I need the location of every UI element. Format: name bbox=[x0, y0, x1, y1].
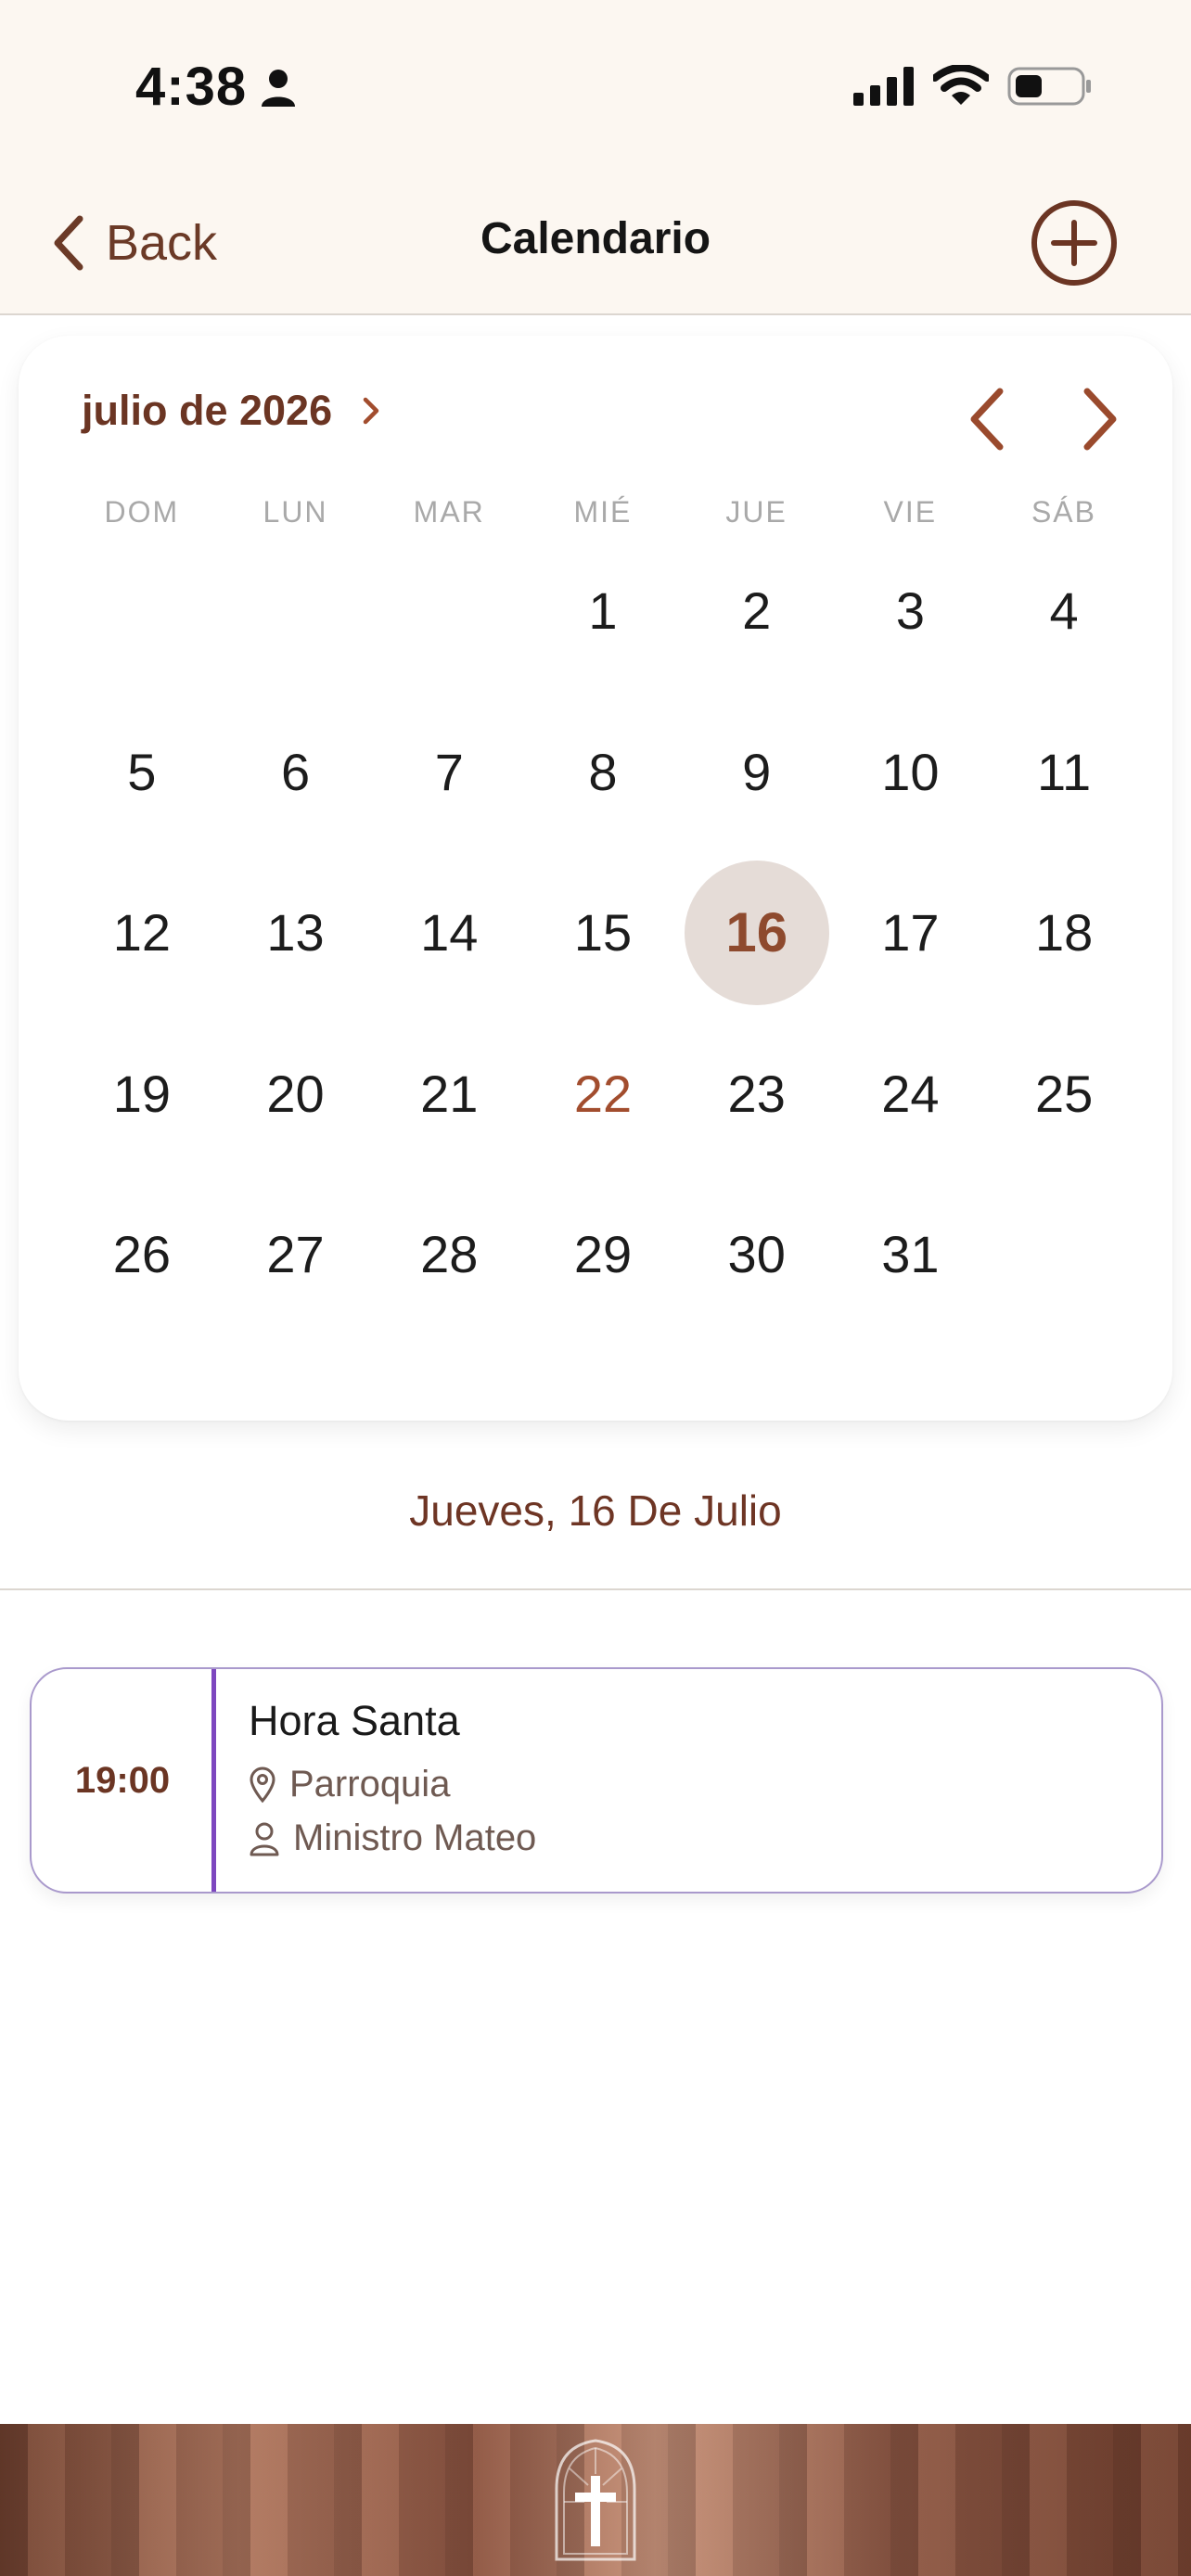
day-cell[interactable]: 31 bbox=[834, 1225, 988, 1437]
day-cell[interactable]: 27 bbox=[219, 1225, 373, 1437]
day-number: 19 bbox=[112, 1064, 171, 1123]
signal-icon bbox=[853, 67, 914, 106]
weekday-label: MIÉ bbox=[573, 495, 633, 529]
day-number: 17 bbox=[881, 903, 940, 963]
day-number: 16 bbox=[684, 860, 829, 1005]
day-number: 22 bbox=[573, 1064, 633, 1123]
event-time: 19:00 bbox=[74, 1759, 171, 1801]
day-number: 10 bbox=[881, 742, 940, 801]
day-cell[interactable]: 30 bbox=[680, 1225, 834, 1437]
weekday-label: LUN bbox=[263, 495, 328, 529]
status-time: 4:38 bbox=[135, 57, 248, 117]
day-number: 2 bbox=[742, 581, 772, 641]
day-number: 5 bbox=[127, 742, 157, 801]
back-button[interactable]: Back bbox=[52, 206, 217, 280]
chevron-left-icon bbox=[54, 215, 83, 271]
next-month-button[interactable] bbox=[1067, 382, 1132, 456]
day-number: 6 bbox=[280, 742, 311, 801]
day-number: 25 bbox=[1034, 1064, 1094, 1123]
day-cell[interactable]: 28 bbox=[372, 1225, 526, 1437]
prev-month-button[interactable] bbox=[955, 382, 1020, 456]
weekday-label: VIE bbox=[883, 495, 938, 529]
event-location-row: Parroquia bbox=[249, 1764, 450, 1805]
day-number: 8 bbox=[588, 742, 618, 801]
weekday-label: JUE bbox=[725, 495, 788, 529]
divider bbox=[0, 1588, 1191, 1590]
day-number: 24 bbox=[881, 1064, 940, 1123]
day-cell[interactable]: 25 bbox=[987, 1065, 1141, 1277]
day-number: 7 bbox=[434, 742, 464, 801]
day-number: 12 bbox=[112, 903, 171, 963]
month-label: julio de 2026 bbox=[82, 387, 333, 434]
day-number: 14 bbox=[420, 903, 479, 963]
event-accent-bar bbox=[211, 1669, 216, 1892]
day-number: 28 bbox=[420, 1225, 479, 1284]
weekday-label: MAR bbox=[413, 495, 485, 529]
day-number: 20 bbox=[266, 1064, 325, 1123]
event-card[interactable]: 19:00 Hora Santa Parroquia Ministro Mate… bbox=[30, 1667, 1163, 1894]
calendar-card: julio de 2026 DOM LUN MAR MIÉ JUE VIE SÁB 1234… bbox=[19, 336, 1172, 1421]
day-number: 4 bbox=[1049, 581, 1079, 641]
header: 4:38 Back Calendario bbox=[0, 0, 1191, 315]
day-number: 31 bbox=[881, 1225, 940, 1284]
day-number: 15 bbox=[573, 903, 633, 963]
day-number: 26 bbox=[112, 1225, 171, 1284]
church-window-cross-icon bbox=[555, 2439, 636, 2561]
day-number: 3 bbox=[895, 581, 925, 641]
back-label: Back bbox=[106, 215, 218, 271]
footer-banner bbox=[0, 2424, 1191, 2576]
weekday-label: DOM bbox=[104, 495, 180, 529]
person-outline-icon bbox=[250, 1822, 279, 1855]
event-title: Hora Santa bbox=[249, 1697, 460, 1744]
battery-icon bbox=[1007, 67, 1091, 106]
day-number: 30 bbox=[727, 1225, 786, 1284]
weekday-header: DOM LUN MAR MIÉ JUE VIE SÁB bbox=[65, 495, 1141, 529]
person-icon bbox=[262, 70, 295, 107]
day-number: 11 bbox=[1037, 742, 1092, 801]
month-picker-button[interactable]: julio de 2026 bbox=[82, 387, 390, 435]
event-minister: Ministro Mateo bbox=[293, 1817, 537, 1858]
event-location: Parroquia bbox=[289, 1764, 451, 1804]
day-number: 29 bbox=[573, 1225, 633, 1284]
wifi-icon bbox=[933, 65, 989, 105]
selected-date-label: Jueves, 16 De Julio bbox=[409, 1486, 782, 1535]
weekday-label: SÁB bbox=[1031, 495, 1096, 529]
day-number: 23 bbox=[727, 1064, 786, 1123]
day-number: 21 bbox=[420, 1064, 479, 1123]
add-event-button[interactable] bbox=[1030, 198, 1119, 287]
day-number: 27 bbox=[266, 1225, 325, 1284]
day-cell[interactable]: 26 bbox=[65, 1225, 219, 1437]
location-pin-icon bbox=[250, 1766, 275, 1803]
day-cell[interactable]: 29 bbox=[526, 1225, 680, 1437]
day-number: 18 bbox=[1034, 903, 1094, 963]
day-number: 9 bbox=[742, 742, 772, 801]
event-minister-row: Ministro Mateo bbox=[249, 1817, 536, 1859]
day-number: 13 bbox=[266, 903, 325, 963]
days-grid: 1 2 3 4 5 6 7 8 9 10 11 12 13 14 15 16 17 18 19 20 21 22 23 24 2… bbox=[65, 581, 1141, 1437]
chevron-right-small-icon bbox=[363, 397, 379, 425]
day-number: 1 bbox=[588, 581, 618, 641]
